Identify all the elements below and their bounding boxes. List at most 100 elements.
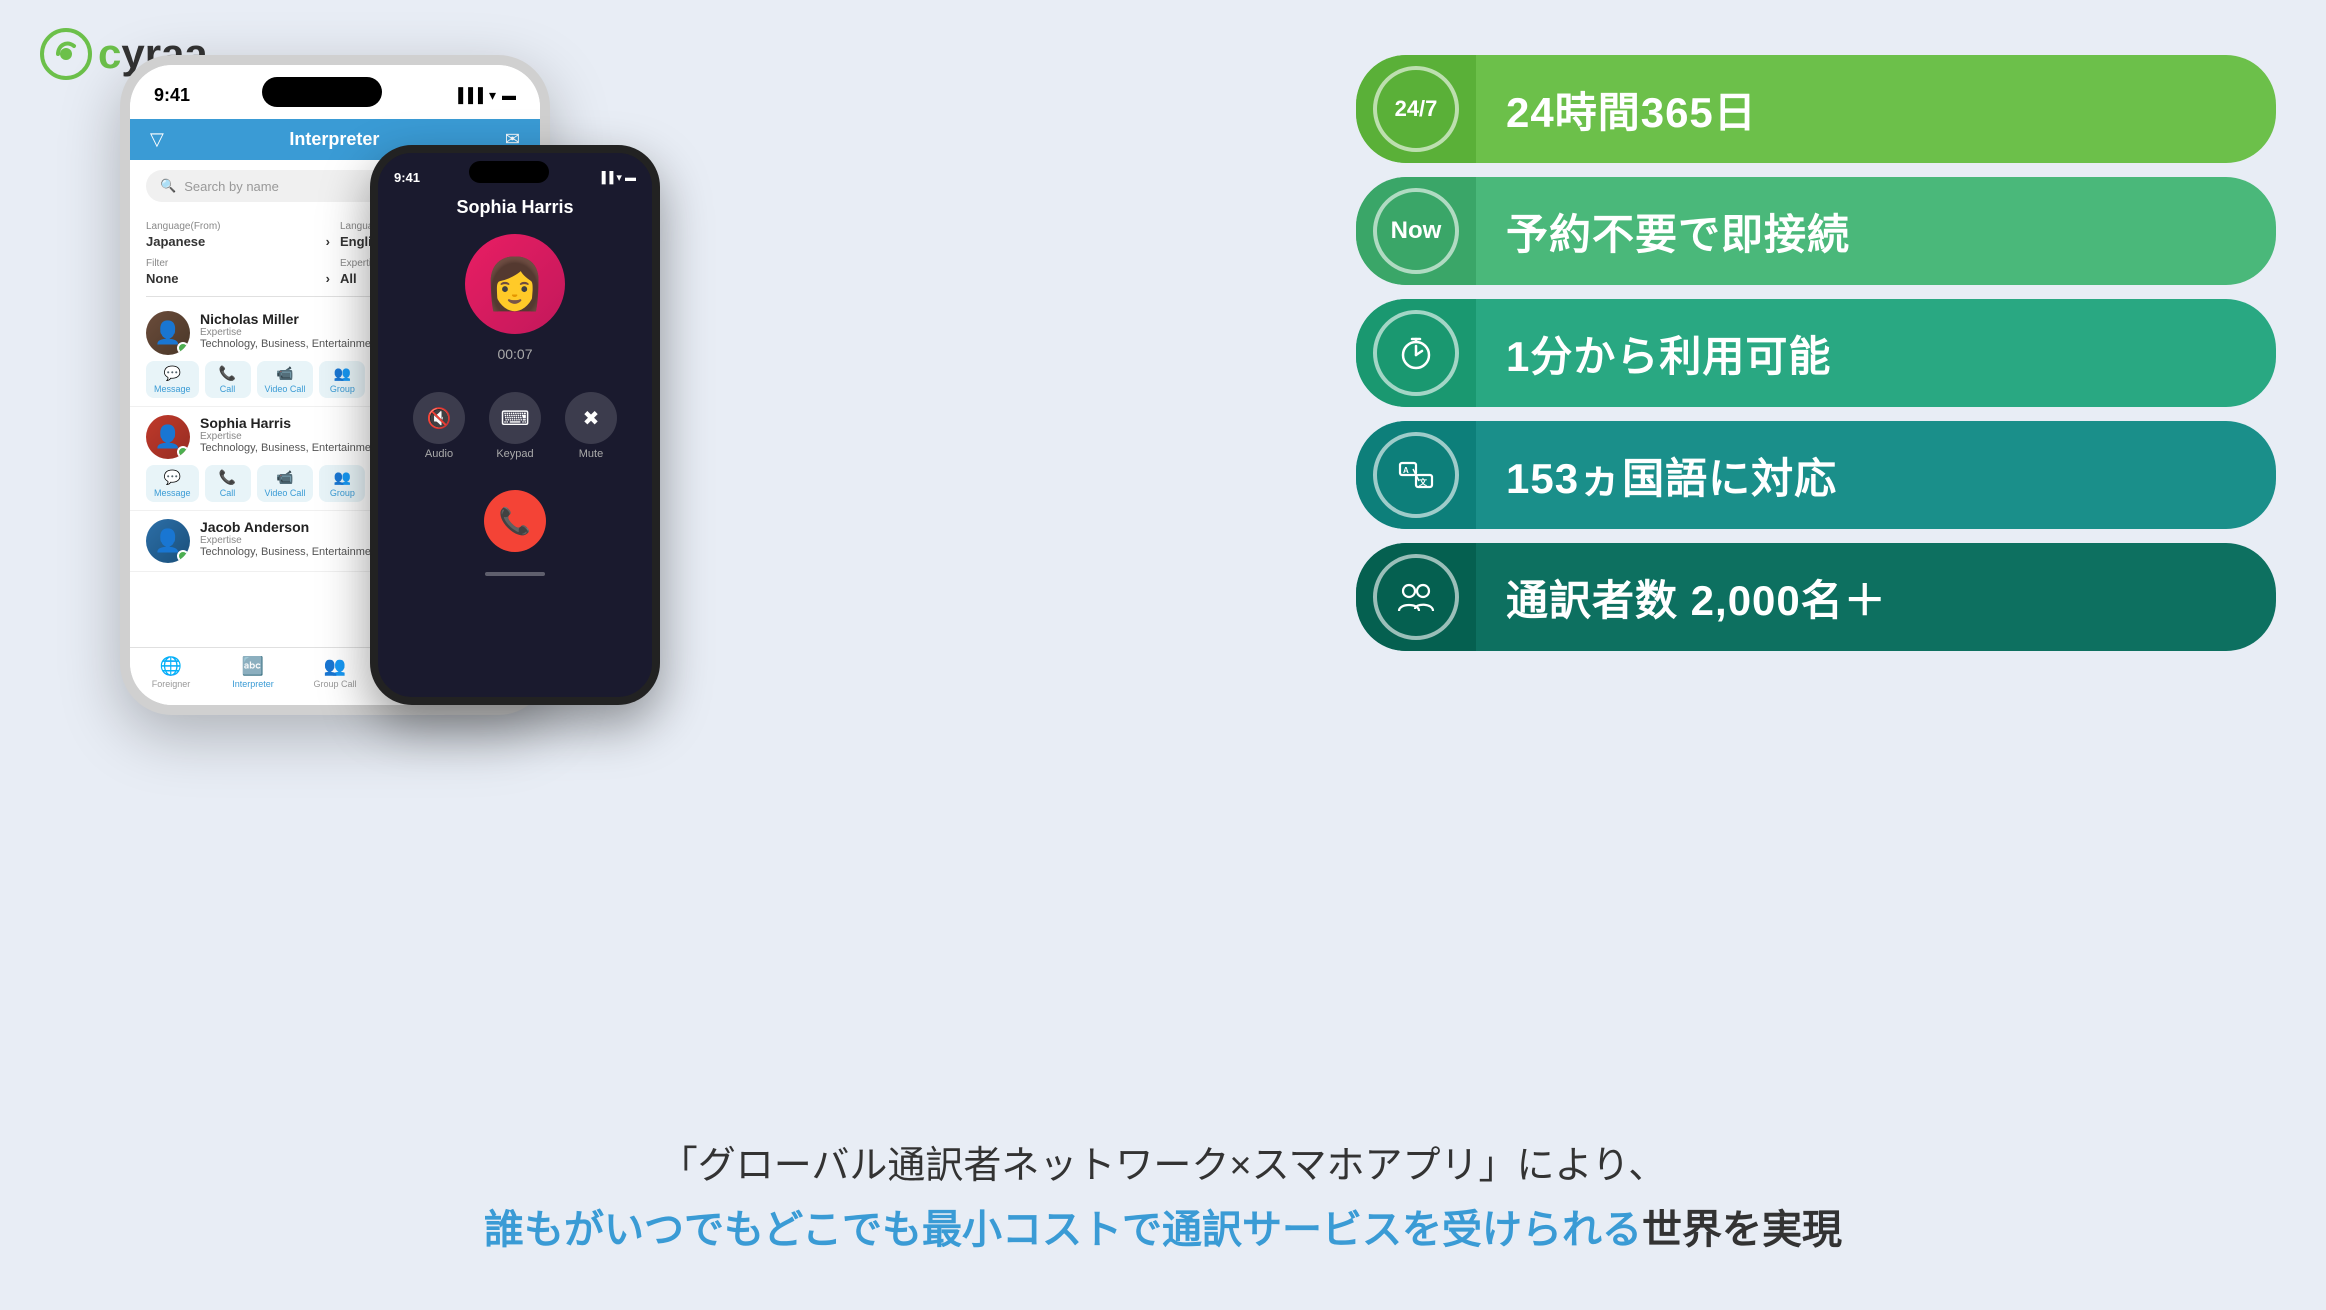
call-status-icons: ▐▐ ▾ ▬ [598,171,636,184]
message-icon: 💬 [164,365,181,382]
message-btn-sophia[interactable]: 💬 Message [146,465,199,502]
feature-icon-247: 24/7 [1373,66,1459,152]
feature-icon-group [1373,554,1459,640]
call-label-s: Call [220,488,236,498]
bottom-line2-highlight: 誰もがいつでもどこでも最小コストで通訳サービスを受けられる [484,1208,1642,1252]
ctrl-audio[interactable]: 🔇 Audio [413,392,465,460]
call-duration: 00:07 [378,346,652,362]
feature-row-4: A 文 153ヵ国語に対応 [1356,421,2276,529]
end-call-button[interactable]: 📞 [484,490,546,552]
home-indicator [485,572,545,576]
feature-row-2: Now 予約不要で即接続 [1356,177,2276,285]
battery-icon: ▬ [502,87,516,103]
caller-name: Sophia Harris [378,197,652,218]
video-btn-nicholas[interactable]: 📹 Video Call [257,361,314,398]
feature-row-5: 通訳者数 2,000名＋ [1356,543,2276,651]
ctrl-mute-circle: ✖ [565,392,617,444]
call-label: Call [220,384,236,394]
wifi-icon: ▾ [489,87,496,104]
video-label: Video Call [265,384,306,394]
nav-interpreter-label: Interpreter [232,679,274,689]
online-status-jacob [177,550,189,562]
filter-filter[interactable]: Filter None › [146,253,330,286]
feature-row-1: 24/7 24時間365日 [1356,55,2276,163]
call-icon: 📞 [219,365,236,382]
signal-icon: ▐▐▐ [453,87,483,103]
call-controls: 🔇 Audio ⌨ Keypad ✖ Mute [378,392,652,460]
dynamic-island [262,77,382,107]
feature-icon-now: Now [1373,188,1459,274]
ctrl-audio-label: Audio [425,448,453,460]
group-label-s: Group [330,488,355,498]
feature-text-4: 153ヵ国語に対応 [1476,445,2276,506]
ctrl-keypad-circle: ⌨ [489,392,541,444]
message-btn-nicholas[interactable]: 💬 Message [146,361,199,398]
feature-icon-timer [1373,310,1459,396]
filter-icon[interactable]: ▽ [150,129,164,150]
video-icon-s: 📹 [276,469,293,486]
feature-text-3: 1分から利用可能 [1476,323,2276,384]
online-status-nicholas [177,342,189,354]
search-icon: 🔍 [160,178,176,194]
avatar-nicholas: 👤 [146,311,190,355]
features-panel: 24/7 24時間365日 Now 予約不要で即接続 1分から利用可能 [1356,55,2276,651]
bottom-line2: 誰もがいつでもどこでも最小コストで通訳サービスを受けられる世界を実現 [0,1197,2326,1255]
bottom-line1: 「グローバル通訳者ネットワーク×スマホアプリ」により、 [0,1134,2326,1189]
filter-from-label: Language(From) [146,221,220,232]
filter-filter-value: None [146,271,179,286]
ctrl-keypad[interactable]: ⌨ Keypad [489,392,541,460]
online-status-sophia [177,446,189,458]
nav-interpreter[interactable]: 🔤 Interpreter [212,656,294,689]
video-btn-sophia[interactable]: 📹 Video Call [257,465,314,502]
group-call-icon: 👥 [324,656,346,677]
feature-icon-wrap-4: A 文 [1356,421,1476,529]
call-status-bar: 9:41 ▐▐ ▾ ▬ [378,153,652,197]
feature-icon-language: A 文 [1373,432,1459,518]
call-btn-sophia[interactable]: 📞 Call [205,465,251,502]
video-label-s: Video Call [265,488,306,498]
group-btn-sophia[interactable]: 👥 Group [319,465,365,502]
translate-icon: 🔤 [242,656,264,677]
feature-icon-wrap-3 [1356,299,1476,407]
group-btn-nicholas[interactable]: 👥 Group [319,361,365,398]
chevron-right-icon: › [326,234,330,249]
message-label: Message [154,384,191,394]
svg-text:A: A [1403,466,1409,475]
ctrl-keypad-label: Keypad [496,448,533,460]
avatar-jacob: 👤 [146,519,190,563]
nav-foreigner[interactable]: 🌐 Foreigner [130,656,212,689]
group-icon-s: 👥 [334,469,351,486]
nav-foreigner-label: Foreigner [152,679,191,689]
avatar-sophia: 👤 [146,415,190,459]
caller-avatar-wrap: 👩 [378,234,652,334]
call-btn-nicholas[interactable]: 📞 Call [205,361,251,398]
filter-language-from[interactable]: Language(From) Japanese › [146,216,330,249]
svg-text:文: 文 [1419,477,1428,487]
ctrl-audio-circle: 🔇 [413,392,465,444]
phones-area: 9:41 ▐▐▐ ▾ ▬ ▽ Interpreter ✉ 🔍 Search by… [120,55,640,735]
ctrl-mute-label: Mute [579,448,603,460]
call-end-area: 📞 [378,490,652,552]
ctrl-mute[interactable]: ✖ Mute [565,392,617,460]
feature-row-3: 1分から利用可能 [1356,299,2276,407]
group-label: Group [330,384,355,394]
feature-text-2: 予約不要で即接続 [1476,201,2276,262]
group-icon: 👥 [334,365,351,382]
call-dynamic-island [469,161,549,183]
feature-icon-wrap-1: 24/7 [1356,55,1476,163]
nav-group-call-label: Group Call [313,679,356,689]
bottom-line2-suffix: 世界を実現 [1642,1208,1842,1252]
bottom-text: 「グローバル通訳者ネットワーク×スマホアプリ」により、 誰もがいつでもどこでも最… [0,1134,2326,1255]
filter-filter-label: Filter [146,258,168,269]
caller-avatar: 👩 [465,234,565,334]
filter-expertise-value: All [340,271,357,286]
message-icon-s: 💬 [164,469,181,486]
status-bar: 9:41 ▐▐▐ ▾ ▬ [130,65,540,119]
feature-icon-wrap-2: Now [1356,177,1476,285]
nav-group-call[interactable]: 👥 Group Call [294,656,376,689]
feature-text-5: 通訳者数 2,000名＋ [1476,567,2276,628]
call-status-time: 9:41 [394,170,420,185]
filter-from-value: Japanese [146,234,205,249]
feature-text-1: 24時間365日 [1476,79,2276,140]
globe-icon: 🌐 [160,656,182,677]
